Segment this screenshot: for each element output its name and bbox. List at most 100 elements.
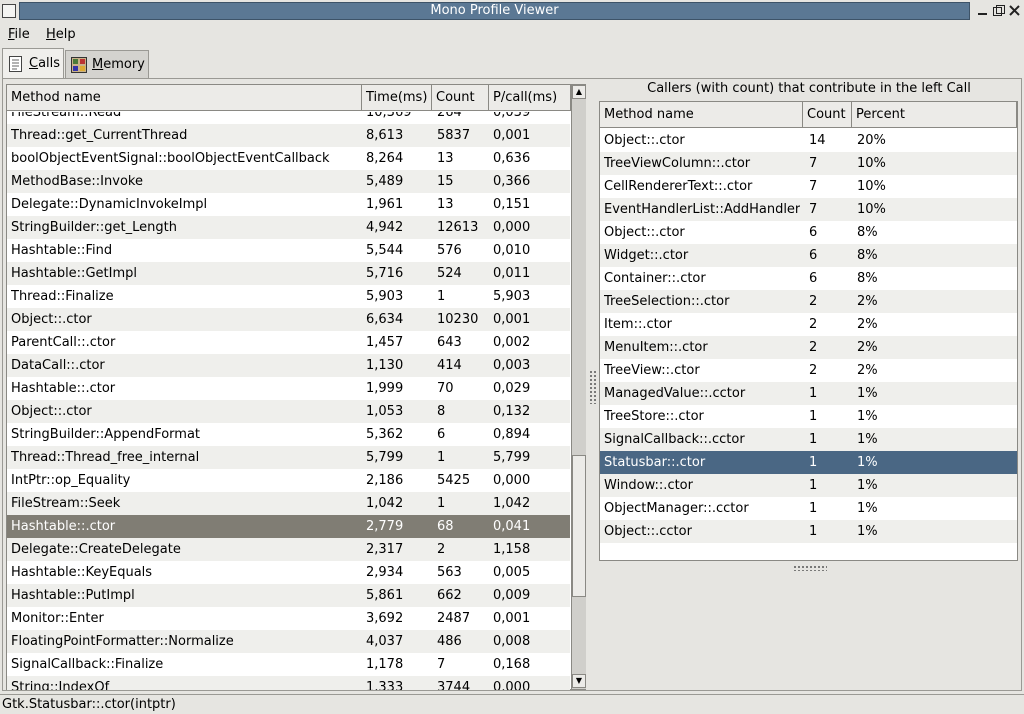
list-item[interactable]: SignalCallback::.cctor 1 1% (600, 428, 1017, 451)
list-item[interactable]: TreeSelection::.ctor 2 2% (600, 290, 1017, 313)
method-name-cell: Hashtable::PutImpl (11, 588, 135, 603)
list-item[interactable]: TreeViewColumn::.ctor 7 10% (600, 152, 1017, 175)
caller-count-cell: 6 (809, 271, 818, 286)
table-row[interactable]: SignalCallback::Finalize 1,178 7 0,168 (7, 653, 570, 676)
count-cell: 5837 (437, 128, 471, 143)
window-titlebar[interactable]: Mono Profile Viewer (0, 0, 1024, 22)
caller-method-cell: Item::.ctor (604, 317, 673, 332)
list-item[interactable]: CellRendererText::.ctor 7 10% (600, 175, 1017, 198)
scroll-up-arrow-icon[interactable]: ▲ (572, 85, 586, 99)
count-cell: 1 (437, 289, 446, 304)
method-name-cell: MethodBase::Invoke (11, 174, 143, 189)
pane-resize-handle[interactable] (589, 370, 597, 404)
table-row[interactable]: Hashtable::.ctor 2,779 68 0,041 (7, 515, 570, 538)
method-name-cell: Thread::Thread_free_internal (11, 450, 200, 465)
list-item[interactable]: TreeView::.ctor 2 2% (600, 359, 1017, 382)
table-row[interactable]: FloatingPointFormatter::Normalize 4,037 48… (7, 630, 570, 653)
list-item[interactable]: ObjectManager::.cctor 1 1% (600, 497, 1017, 520)
table-row[interactable]: Object::.ctor 6,634 10230 0,001 (7, 308, 570, 331)
caller-count-cell: 1 (809, 455, 818, 470)
per-call-cell: 5,799 (493, 450, 531, 465)
tab-memory[interactable]: Memory (65, 50, 149, 78)
table-row[interactable]: MethodBase::Invoke 5,489 15 0,366 (7, 170, 570, 193)
per-call-cell: 0,041 (493, 519, 531, 534)
table-row[interactable]: ParentCall::.ctor 1,457 643 0,002 (7, 331, 570, 354)
list-item[interactable]: Statusbar::.ctor 1 1% (600, 451, 1017, 474)
scrollbar-thumb[interactable] (572, 455, 586, 597)
caller-method-cell: EventHandlerList::AddHandler (604, 202, 800, 217)
table-row[interactable]: String::IndexOf 1,333 3744 0,000 (7, 676, 570, 690)
caller-method-cell: ObjectManager::.cctor (604, 501, 749, 516)
caller-method-cell: TreeStore::.ctor (604, 409, 704, 424)
list-item[interactable]: Object::.ctor 14 20% (600, 129, 1017, 152)
table-row[interactable]: StringBuilder::get_Length 4,942 12613 0,000 (7, 216, 570, 239)
minimize-icon[interactable] (975, 3, 990, 18)
table-row[interactable]: IntPtr::op_Equality 2,186 5425 0,000 (7, 469, 570, 492)
maximize-icon[interactable] (991, 3, 1006, 18)
per-call-cell: 0,005 (493, 565, 531, 580)
list-item[interactable]: MenuItem::.ctor 2 2% (600, 336, 1017, 359)
list-item[interactable]: TreeStore::.ctor 1 1% (600, 405, 1017, 428)
count-cell: 70 (437, 381, 454, 396)
per-call-cell: 0,000 (493, 473, 531, 488)
caller-count-cell: 7 (809, 202, 818, 217)
method-name-cell: ParentCall::.ctor (11, 335, 116, 350)
table-row[interactable]: Thread::Finalize 5,903 1 5,903 (7, 285, 570, 308)
window-menu-icon[interactable] (2, 4, 16, 18)
callers-column-header-method-name[interactable]: Method name (600, 102, 803, 128)
table-row[interactable]: Hashtable::KeyEquals 2,934 563 0,005 (7, 561, 570, 584)
list-item[interactable]: Window::.ctor 1 1% (600, 474, 1017, 497)
table-row[interactable]: Hashtable::.ctor 1,999 70 0,029 (7, 377, 570, 400)
table-row[interactable]: StringBuilder::AppendFormat 5,362 6 0,894 (7, 423, 570, 446)
list-item[interactable]: Object::.ctor 6 8% (600, 221, 1017, 244)
table-row[interactable]: FileStream::Seek 1,042 1 1,042 (7, 492, 570, 515)
callers-tree-view[interactable]: Method name Count Percent Object::.ctor 1… (599, 101, 1018, 561)
table-row[interactable]: Delegate::CreateDelegate 2,317 2 1,158 (7, 538, 570, 561)
list-item[interactable]: Object::.cctor 1 1% (600, 520, 1017, 543)
menu-help[interactable]: Help (46, 27, 76, 42)
table-row[interactable]: FileStream::Read 10,369 264 0,039 (7, 112, 570, 124)
callers-column-header-percent[interactable]: Percent (852, 102, 1017, 128)
table-row[interactable]: Delegate::DynamicInvokeImpl 1,961 13 0,151 (7, 193, 570, 216)
list-item[interactable]: Item::.ctor 2 2% (600, 313, 1017, 336)
method-name-cell: Object::.ctor (11, 312, 92, 327)
menu-file[interactable]: File (8, 27, 30, 42)
table-row[interactable]: Hashtable::Find 5,544 576 0,010 (7, 239, 570, 262)
scroll-down-arrow-icon[interactable]: ▼ (572, 674, 586, 688)
tab-calls[interactable]: Calls (2, 48, 64, 78)
method-name-cell: Thread::Finalize (11, 289, 114, 304)
table-row[interactable]: Monitor::Enter 3,692 2487 0,001 (7, 607, 570, 630)
menubar: File Help (0, 24, 1024, 46)
column-header-per-call[interactable]: P/call(ms) (489, 85, 571, 111)
table-row[interactable]: Object::.ctor 1,053 8 0,132 (7, 400, 570, 423)
column-header-time[interactable]: Time(ms) (362, 85, 432, 111)
table-row[interactable]: Thread::get_CurrentThread 8,613 5837 0,001 (7, 124, 570, 147)
time-cell: 5,799 (366, 450, 404, 465)
table-row[interactable]: boolObjectEventSignal::boolObjectEventCa… (7, 147, 570, 170)
method-name-cell: FileStream::Read (11, 112, 122, 120)
per-call-cell: 0,009 (493, 588, 531, 603)
time-cell: 1,178 (366, 657, 404, 672)
time-cell: 1,999 (366, 381, 404, 396)
list-item[interactable]: EventHandlerList::AddHandler 7 10% (600, 198, 1017, 221)
table-row[interactable]: Hashtable::PutImpl 5,861 662 0,009 (7, 584, 570, 607)
caller-percent-cell: 1% (857, 478, 878, 493)
calls-scrollbar[interactable]: ▲ ▼ (571, 85, 586, 689)
callers-column-header-count[interactable]: Count (803, 102, 852, 128)
column-header-method-name[interactable]: Method name (7, 85, 362, 111)
calls-rows: FileStream::Read 10,369 264 0,039 Thread::ge… (7, 112, 570, 690)
table-row[interactable]: Hashtable::GetImpl 5,716 524 0,011 (7, 262, 570, 285)
method-name-cell: Hashtable::KeyEquals (11, 565, 153, 580)
column-header-count[interactable]: Count (432, 85, 489, 111)
list-item[interactable]: Widget::.ctor 6 8% (600, 244, 1017, 267)
calls-tree-view[interactable]: Method name Time(ms) Count P/call(ms) Fi… (6, 84, 586, 690)
caller-count-cell: 2 (809, 317, 818, 332)
list-item[interactable]: ManagedValue::.cctor 1 1% (600, 382, 1017, 405)
close-icon[interactable] (1007, 3, 1022, 18)
caller-count-cell: 6 (809, 225, 818, 240)
table-row[interactable]: DataCall::.ctor 1,130 414 0,003 (7, 354, 570, 377)
pane-resize-handle-horizontal[interactable] (793, 565, 827, 571)
caller-method-cell: Window::.ctor (604, 478, 693, 493)
table-row[interactable]: Thread::Thread_free_internal 5,799 1 5,799 (7, 446, 570, 469)
list-item[interactable]: Container::.ctor 6 8% (600, 267, 1017, 290)
